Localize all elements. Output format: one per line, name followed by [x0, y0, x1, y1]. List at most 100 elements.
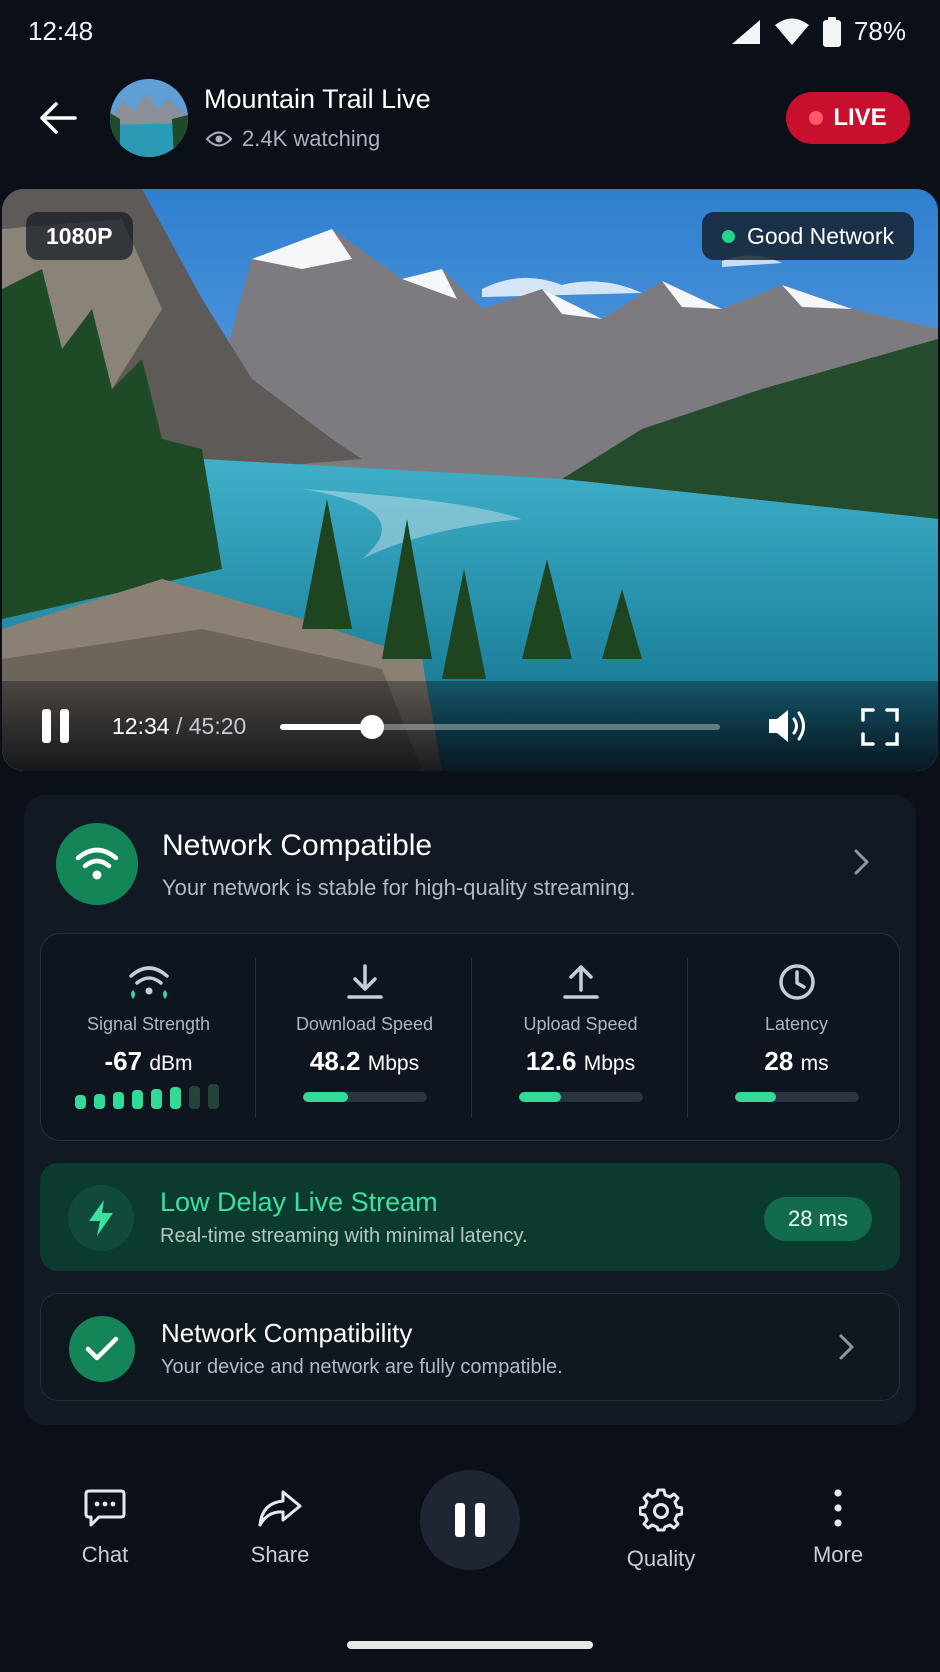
- status-time: 12:48: [28, 16, 94, 46]
- live-badge: LIVE: [786, 92, 910, 144]
- metric-value: -67 dBm: [41, 1046, 256, 1077]
- low-delay-banner[interactable]: Low Delay Live Stream Real-time streamin…: [40, 1163, 900, 1271]
- signal-bar: [94, 1093, 105, 1110]
- metric-bar-fill: [303, 1092, 348, 1102]
- metric-bar: [303, 1092, 427, 1102]
- channel-avatar[interactable]: [110, 79, 188, 157]
- metric-download-speed: Download Speed 48.2 Mbps: [257, 934, 472, 1142]
- nav-more[interactable]: More: [778, 1488, 898, 1568]
- status-icons: 78%: [730, 16, 906, 47]
- playback-time: 12:34 / 45:20: [112, 713, 246, 740]
- network-status-badge: Good Network: [701, 212, 914, 260]
- compatibility-title: Network Compatibility: [161, 1318, 413, 1348]
- nav-quality[interactable]: Quality: [601, 1488, 721, 1572]
- home-indicator[interactable]: [347, 1641, 593, 1649]
- player-controls: 12:34 / 45:20: [2, 681, 938, 771]
- fullscreen-button[interactable]: [860, 707, 900, 747]
- metric-label: Upload Speed: [523, 1014, 638, 1034]
- network-status-icon-circle: [56, 823, 138, 905]
- metric-upload-speed: Upload Speed 12.6 Mbps: [473, 934, 688, 1142]
- back-arrow-icon: [40, 102, 77, 134]
- wifi-icon: [75, 847, 119, 880]
- chevron-right-icon: [854, 849, 869, 875]
- divider: [687, 958, 688, 1118]
- metric-number: 28: [764, 1046, 794, 1076]
- volume-button[interactable]: [766, 705, 812, 747]
- metric-bar: [735, 1092, 859, 1102]
- metric-label: Download Speed: [295, 1014, 434, 1034]
- live-label: LIVE: [833, 104, 887, 131]
- metric-number: 12.6: [525, 1046, 577, 1076]
- low-delay-subtitle: Real-time streaming with minimal latency…: [160, 1225, 528, 1247]
- network-card-subtitle: Your network is stable for high-quality …: [162, 875, 636, 900]
- nav-share[interactable]: Share: [220, 1488, 340, 1568]
- nav-pause-button[interactable]: [420, 1470, 520, 1570]
- compatibility-row[interactable]: Network Compatibility Your device and ne…: [40, 1293, 900, 1401]
- signal-bar: [170, 1087, 181, 1110]
- volume-icon: [769, 710, 805, 742]
- signal-bar: [151, 1088, 162, 1110]
- clock-icon: [689, 962, 904, 1002]
- duration: 45:20: [188, 713, 247, 739]
- signal-bar: [189, 1085, 200, 1110]
- signal-bar: [75, 1095, 86, 1110]
- seek-bar-progress: [280, 724, 373, 730]
- quality-badge[interactable]: 1080P: [26, 212, 133, 260]
- fullscreen-icon: [861, 708, 899, 746]
- battery-icon: [822, 16, 841, 47]
- metric-bar-fill: [735, 1092, 776, 1102]
- signal-bar: [132, 1090, 143, 1110]
- low-delay-title: Low Delay Live Stream: [160, 1187, 438, 1217]
- signal-strength-bars: [75, 1084, 219, 1110]
- check-icon: [85, 1336, 119, 1361]
- back-button[interactable]: [36, 96, 80, 140]
- seek-bar-thumb[interactable]: [360, 715, 385, 739]
- metric-value: 12.6 Mbps: [473, 1046, 688, 1077]
- nav-chat-label: Chat: [81, 1542, 129, 1567]
- metric-unit: Mbps: [583, 1052, 636, 1075]
- current-time: 12:34: [112, 713, 170, 739]
- battery-percent: 78%: [853, 16, 906, 46]
- chat-icon: [84, 1489, 126, 1527]
- live-dot: [809, 111, 824, 125]
- network-dot: [721, 229, 735, 243]
- metric-latency: Latency 28 ms: [689, 934, 904, 1142]
- stream-title: Mountain Trail Live: [204, 84, 431, 114]
- metric-unit: dBm: [149, 1052, 193, 1075]
- divider: [255, 958, 256, 1118]
- metric-unit: Mbps: [367, 1052, 420, 1075]
- time-separator: /: [175, 713, 183, 739]
- latency-badge: 28 ms: [764, 1197, 872, 1241]
- gear-icon: [639, 1488, 683, 1532]
- network-card-chevron[interactable]: [846, 847, 876, 882]
- download-icon: [257, 962, 472, 1002]
- metric-number: -67: [104, 1046, 143, 1076]
- nav-share-label: Share: [250, 1542, 310, 1567]
- metric-label: Signal Strength: [86, 1014, 211, 1034]
- chevron-right-icon: [839, 1334, 854, 1360]
- network-status-text: Good Network: [746, 222, 894, 249]
- compatibility-chevron[interactable]: [831, 1332, 861, 1367]
- pause-icon: [455, 1503, 465, 1537]
- lightning-icon: [89, 1200, 113, 1236]
- network-card: Network Compatible Your network is stabl…: [24, 795, 916, 1425]
- signal-bar: [208, 1084, 219, 1110]
- metric-value: 48.2 Mbps: [257, 1046, 472, 1077]
- nav-chat[interactable]: Chat: [45, 1488, 165, 1568]
- nav-quality-label: Quality: [626, 1546, 696, 1571]
- video-player[interactable]: 1080P Good Network 12:34 / 45:20: [2, 189, 938, 771]
- network-card-title: Network Compatible: [162, 829, 433, 862]
- pause-button[interactable]: [42, 709, 76, 745]
- network-metrics: Signal Strength -67 dBm Download Speed 4…: [40, 933, 900, 1141]
- upload-icon: [473, 962, 688, 1002]
- metric-value: 28 ms: [689, 1046, 904, 1077]
- seek-bar[interactable]: [280, 715, 720, 739]
- metric-signal-strength: Signal Strength -67 dBm: [41, 934, 256, 1142]
- viewer-count: 2.4K watching: [206, 126, 380, 152]
- signal-bar: [113, 1092, 124, 1110]
- metric-label: Latency: [764, 1014, 829, 1034]
- share-icon: [258, 1490, 302, 1527]
- metric-bar-fill: [519, 1092, 562, 1102]
- divider: [471, 958, 472, 1118]
- wifi-signal-icon: [41, 962, 256, 1002]
